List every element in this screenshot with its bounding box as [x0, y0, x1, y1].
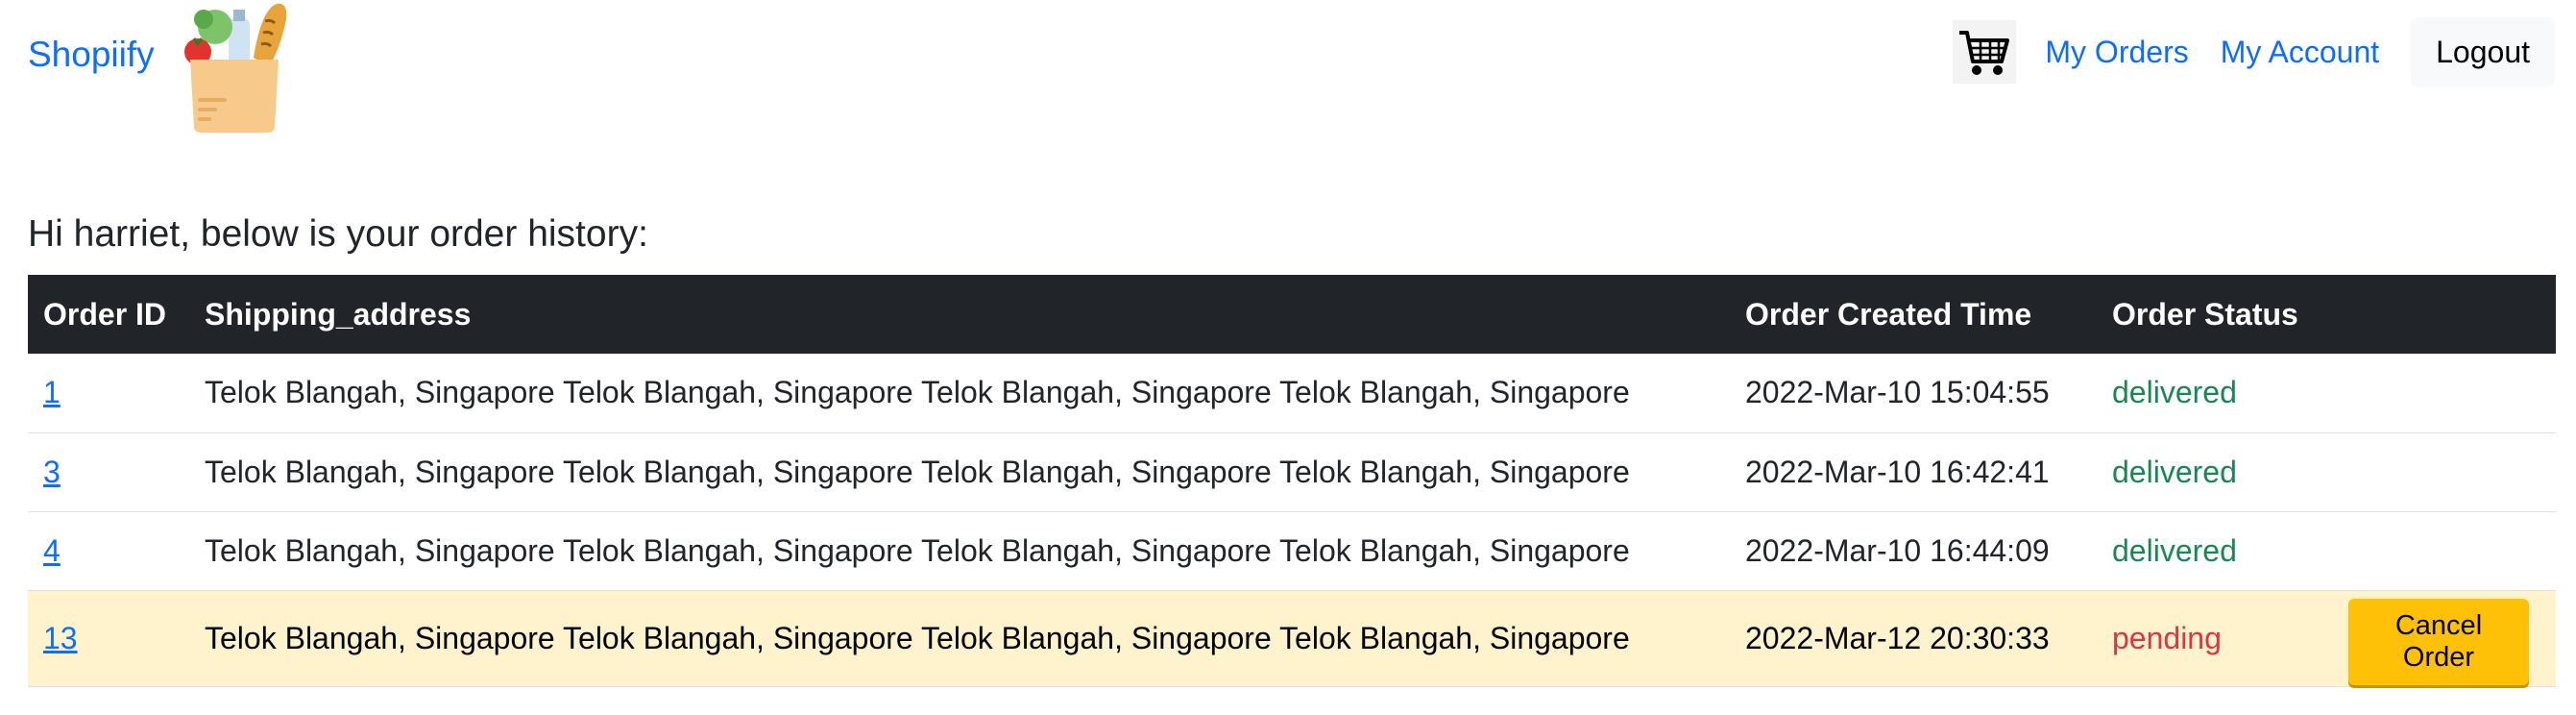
- order-id-link[interactable]: 13: [43, 621, 78, 655]
- table-row: 1 Telok Blangah, Singapore Telok Blangah…: [28, 354, 2556, 433]
- cancel-order-button[interactable]: Cancel Order: [2348, 599, 2529, 685]
- order-status-cell: delivered: [2097, 354, 2333, 433]
- action-cell: [2333, 511, 2556, 591]
- order-id-link[interactable]: 1: [43, 375, 61, 409]
- action-cell: [2333, 432, 2556, 512]
- my-orders-link[interactable]: My Orders: [2045, 35, 2188, 70]
- table-row: 13 Telok Blangah, Singapore Telok Blanga…: [28, 590, 2556, 687]
- grocery-bag-logo-icon: [184, 3, 287, 133]
- top-navbar: Shopiify My Orders My Account Logout: [0, 0, 2576, 144]
- order-status-cell: pending: [2097, 590, 2333, 687]
- header-action: [2333, 275, 2556, 354]
- order-id-link[interactable]: 3: [43, 455, 61, 489]
- brand-link[interactable]: Shopiify: [28, 35, 155, 75]
- my-account-link[interactable]: My Account: [2221, 35, 2379, 70]
- page-greeting: Hi harriet, below is your order history:: [28, 213, 648, 255]
- header-order-id: Order ID: [43, 296, 167, 332]
- shipping-address-cell: Telok Blangah, Singapore Telok Blangah, …: [189, 511, 1730, 591]
- order-id-link[interactable]: 4: [43, 533, 61, 568]
- order-status-cell: delivered: [2097, 432, 2333, 512]
- header-order-created-time: Order Created Time: [1745, 296, 2032, 332]
- table-row: 4 Telok Blangah, Singapore Telok Blangah…: [28, 511, 2556, 591]
- header-order-status: Order Status: [2112, 296, 2298, 332]
- cart-button[interactable]: [1953, 20, 2017, 84]
- order-created-time-cell: 2022-Mar-10 16:44:09: [1730, 511, 2097, 591]
- order-created-time-cell: 2022-Mar-10 16:42:41: [1730, 432, 2097, 512]
- nav-menu: My Orders My Account Logout: [1953, 13, 2555, 90]
- order-created-time-cell: 2022-Mar-12 20:30:33: [1730, 590, 2097, 687]
- order-created-time-cell: 2022-Mar-10 15:04:55: [1730, 354, 2097, 433]
- shopping-cart-icon: [1959, 31, 2010, 75]
- action-cell: Cancel Order: [2333, 590, 2556, 687]
- table-header-row: Order ID Shipping_address Order Created …: [28, 275, 2556, 354]
- order-status-cell: delivered: [2097, 511, 2333, 591]
- action-cell: [2333, 354, 2556, 433]
- shipping-address-cell: Telok Blangah, Singapore Telok Blangah, …: [189, 432, 1730, 512]
- header-shipping-address: Shipping_address: [205, 296, 472, 332]
- shipping-address-cell: Telok Blangah, Singapore Telok Blangah, …: [189, 354, 1730, 433]
- logout-button[interactable]: Logout: [2411, 16, 2555, 87]
- shipping-address-cell: Telok Blangah, Singapore Telok Blangah, …: [189, 590, 1730, 687]
- order-history-table: Order ID Shipping_address Order Created …: [28, 275, 2556, 687]
- table-row: 3 Telok Blangah, Singapore Telok Blangah…: [28, 432, 2556, 512]
